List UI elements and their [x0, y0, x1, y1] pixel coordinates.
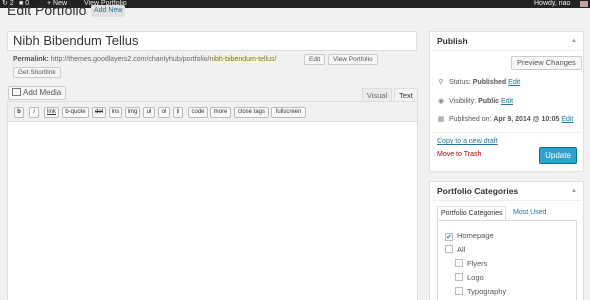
visibility-value: Public: [478, 98, 500, 105]
editor-area[interactable]: b i link b-quote del ins img ul ol li co…: [7, 101, 418, 300]
view-portfolio-button[interactable]: View Portfolio: [328, 54, 378, 65]
permalink-trailing: /: [274, 56, 277, 63]
page-title: Edit Portfolio: [7, 2, 87, 18]
status-edit-link[interactable]: Edit: [508, 79, 520, 86]
category-item[interactable]: ✔ Homepage: [445, 231, 494, 241]
permalink-base[interactable]: http://themes.goodlayers2.com/charityhub…: [51, 56, 210, 63]
qt-li-button[interactable]: li: [173, 107, 183, 118]
category-item[interactable]: Typography: [455, 287, 506, 297]
visibility-edit-link[interactable]: Edit: [501, 98, 513, 105]
avatar[interactable]: [580, 1, 588, 7]
qt-img-button[interactable]: img: [125, 107, 140, 118]
publish-actions-divider: [429, 132, 584, 133]
qt-code-button[interactable]: code: [188, 107, 208, 118]
category-item[interactable]: All: [445, 245, 465, 255]
permalink-label: Permalink:: [13, 56, 49, 63]
tab-text[interactable]: Text: [394, 88, 418, 101]
qt-fullscreen-button[interactable]: fullscreen: [271, 107, 306, 118]
checkbox[interactable]: [445, 245, 453, 253]
category-item[interactable]: Flyers: [455, 259, 487, 269]
quicktags-toolbar: b i link b-quote del ins img ul ol li co…: [8, 102, 417, 122]
tab-all-categories[interactable]: Portfolio Categories: [437, 206, 507, 220]
published-row: ▦ Published on: Apr 9, 2014 @ 10:05 Edit: [437, 116, 574, 123]
admin-bar: ↻ 2 ■ 0 + New View Portfolio Howdy, nao: [0, 0, 590, 8]
categories-toggle-icon[interactable]: ▲: [571, 188, 577, 194]
pin-icon: ⚲: [438, 79, 444, 86]
permalink-slug[interactable]: nibh-bibendum-tellus: [209, 56, 275, 63]
checkbox[interactable]: [455, 273, 463, 281]
eye-icon: ◉: [437, 98, 445, 105]
update-button[interactable]: Update: [539, 147, 577, 164]
published-value: Apr 9, 2014 @ 10:05: [493, 116, 560, 123]
status-value: Published: [472, 79, 507, 86]
account-menu[interactable]: Howdy, nao: [534, 0, 570, 8]
qt-bquote-button[interactable]: b-quote: [62, 107, 89, 118]
published-edit-link[interactable]: Edit: [561, 116, 573, 123]
qt-ins-button[interactable]: ins: [109, 107, 122, 118]
categories-title: Portfolio Categories: [437, 186, 519, 196]
calendar-icon: ▦: [437, 116, 445, 123]
publish-title: Publish: [437, 36, 468, 46]
permalink-edit-button[interactable]: Edit: [304, 54, 326, 65]
qt-more-button[interactable]: more: [210, 107, 231, 118]
visibility-row: ◉ Visibility: Public Edit: [437, 98, 514, 105]
tab-visual[interactable]: Visual: [362, 88, 392, 101]
qt-ol-button[interactable]: ol: [158, 107, 170, 118]
category-checklist: ✔ Homepage All Flyers Logo Typography: [437, 220, 577, 300]
qt-link-button[interactable]: link: [44, 107, 59, 118]
qt-close-tags-button[interactable]: close tags: [234, 107, 269, 118]
qt-del-button[interactable]: del: [92, 107, 106, 118]
copy-to-draft-link[interactable]: Copy to a new draft: [437, 138, 498, 145]
qt-italic-button[interactable]: i: [29, 107, 39, 118]
qt-ul-button[interactable]: ul: [143, 107, 155, 118]
publish-divider: [429, 50, 584, 51]
add-media-button[interactable]: Add Media: [8, 86, 67, 100]
checkbox-checked[interactable]: ✔: [445, 233, 453, 241]
move-to-trash-link[interactable]: Move to Trash: [437, 151, 481, 158]
category-item[interactable]: Logo: [455, 273, 484, 283]
permalink-row: Permalink: http://themes.goodlayers2.com…: [13, 55, 276, 65]
publish-toggle-icon[interactable]: ▲: [571, 38, 577, 44]
categories-divider: [429, 200, 584, 201]
preview-changes-button[interactable]: Preview Changes: [511, 56, 582, 70]
qt-bold-button[interactable]: b: [14, 107, 24, 118]
checkbox[interactable]: [455, 259, 463, 267]
status-row: ⚲ Status: Published Edit: [438, 79, 521, 86]
tab-most-used[interactable]: Most Used: [510, 206, 549, 220]
checkbox[interactable]: [455, 287, 463, 295]
post-title-input[interactable]: Nibh Bibendum Tellus: [7, 31, 417, 51]
get-shortlink-button[interactable]: Get Shortlink: [13, 67, 61, 78]
add-new-button[interactable]: Add New: [91, 5, 126, 17]
media-icon: [12, 88, 21, 96]
